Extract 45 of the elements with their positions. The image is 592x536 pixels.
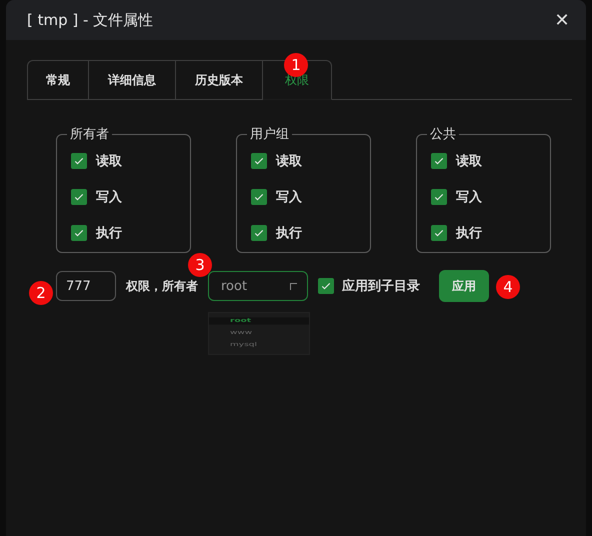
number-badge: 3 [188, 253, 212, 277]
checkbox[interactable] [251, 225, 267, 241]
group-title: 用户组 [249, 126, 290, 143]
permission-input[interactable]: 777 [56, 271, 116, 301]
check-icon [433, 191, 445, 203]
group-title: 公共 [429, 126, 457, 143]
tab[interactable]: 历史版本 [176, 60, 263, 100]
window-title: [ tmp ] - 文件属性 [27, 10, 154, 30]
checkbox-label: 执行 [456, 225, 482, 242]
checkbox-label: 执行 [276, 225, 302, 242]
owner-select[interactable]: root [208, 271, 308, 301]
check-icon [253, 191, 265, 203]
apply-button[interactable]: 应用 [439, 270, 489, 302]
check-icon [320, 280, 332, 292]
corner-icon [290, 282, 297, 290]
tab[interactable]: 详细信息 [89, 60, 176, 100]
owner-label: 权限，所有者 [126, 278, 198, 294]
checkbox[interactable] [251, 153, 267, 169]
check-icon [253, 155, 265, 167]
check-icon [73, 155, 85, 167]
check-icon [433, 155, 445, 167]
checkbox-label: 读取 [456, 153, 482, 170]
check-icon [433, 227, 445, 239]
check-icon [253, 227, 265, 239]
checkbox-label: 写入 [456, 188, 482, 206]
check-icon [73, 191, 85, 203]
checkbox[interactable] [71, 225, 87, 241]
checkbox-label: 应用到子目录 [342, 278, 420, 295]
checkbox[interactable] [431, 189, 447, 205]
checkbox[interactable] [71, 153, 87, 169]
group-title: 所有者 [69, 126, 110, 143]
checkbox[interactable] [431, 153, 447, 169]
checkbox[interactable] [431, 225, 447, 241]
checkbox-label: 读取 [96, 153, 122, 170]
check-icon [73, 227, 85, 239]
checkbox[interactable] [318, 278, 334, 294]
checkbox[interactable] [71, 189, 87, 205]
checkbox-label: 执行 [96, 225, 122, 242]
checkbox-label: 写入 [276, 188, 302, 206]
checkbox[interactable] [251, 189, 267, 205]
tab[interactable]: 常规 [27, 60, 89, 100]
checkbox-label: 读取 [276, 153, 302, 170]
checkbox-label: 写入 [96, 188, 122, 206]
number-badge: 2 [29, 281, 53, 305]
number-badge: 4 [496, 275, 520, 299]
